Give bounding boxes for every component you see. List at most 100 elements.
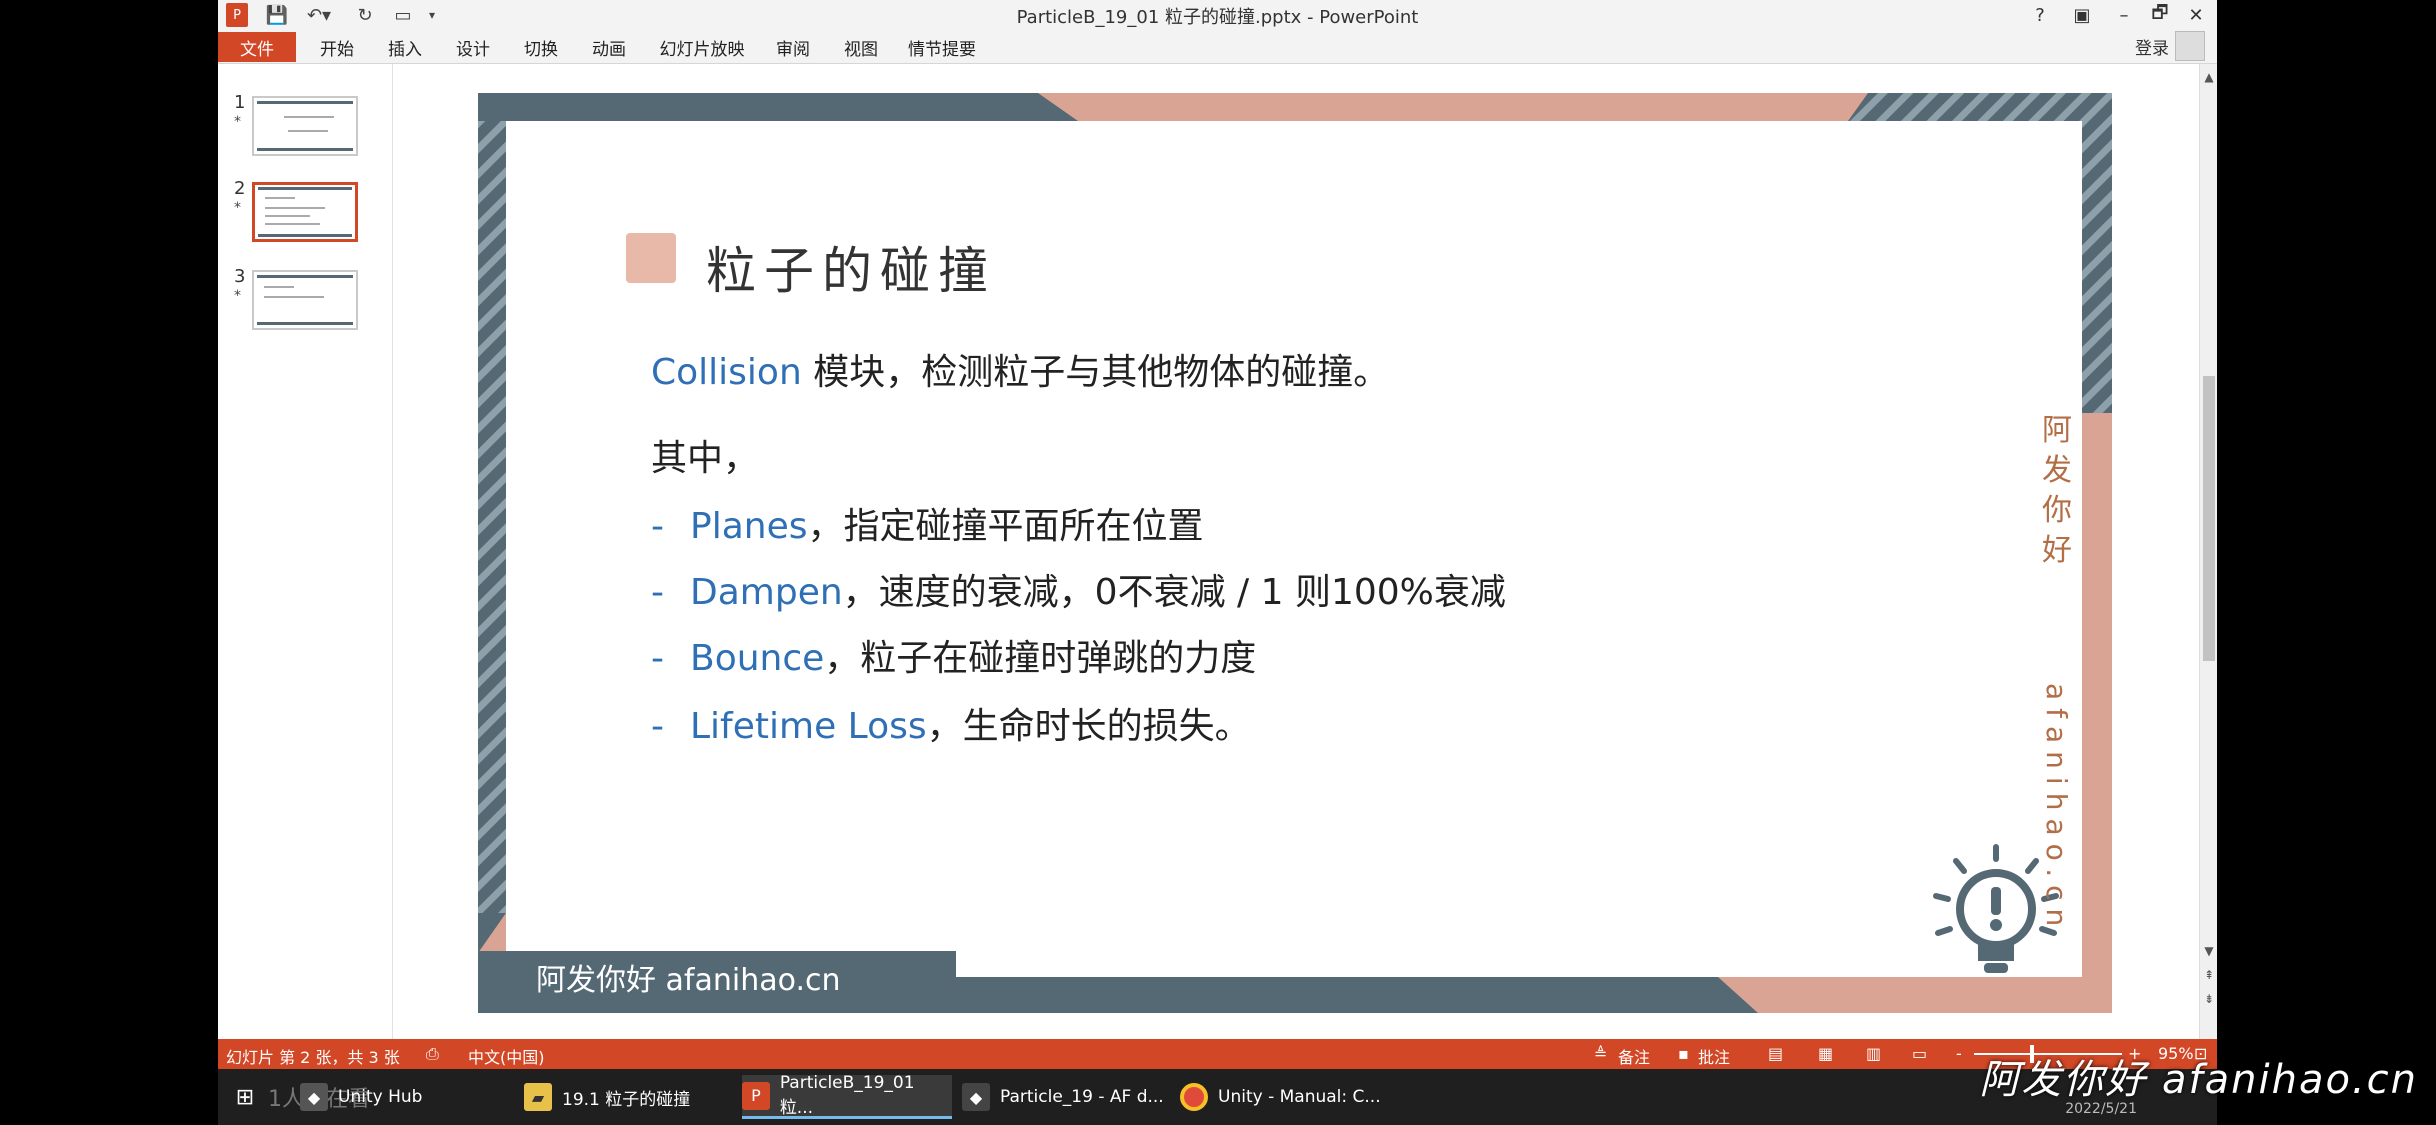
thumbnail-frame [257, 148, 353, 151]
tab-storyboarding[interactable]: 情节提要 [904, 33, 980, 61]
slide[interactable]: 粒子的碰撞 Collision 模块，检测粒子与其他物体的碰撞。 其中， - Pl… [478, 93, 2112, 1013]
minimize-button[interactable]: – [2107, 2, 2141, 28]
taskbar-item-label: Unity Hub [338, 1087, 423, 1107]
tab-view[interactable]: 视图 [834, 33, 888, 61]
subheading[interactable]: 其中， [651, 429, 759, 481]
tab-home[interactable]: 开始 [310, 33, 364, 61]
start-button[interactable]: ⊞ [230, 1075, 270, 1119]
bullet-item[interactable]: - Lifetime Loss，生命时长的损失。 [651, 697, 1251, 749]
notes-button[interactable]: 备注 [1618, 1044, 1650, 1068]
login-link[interactable]: 登录 [2135, 34, 2169, 59]
powerpoint-icon: P [742, 1081, 770, 1110]
scrollbar-thumb[interactable] [2203, 376, 2215, 661]
reading-view-icon[interactable]: ▥ [1866, 1044, 1881, 1063]
slide-content-area[interactable]: 粒子的碰撞 Collision 模块，检测粒子与其他物体的碰撞。 其中， - Pl… [506, 121, 2082, 977]
windows-taskbar: ⊞ 1人正在看 ◆ Unity Hub ▰ 19.1 粒子的碰撞 P Parti… [218, 1069, 2217, 1125]
scroll-down-icon[interactable]: ▼ [2200, 944, 2217, 958]
taskbar-item-folder[interactable]: ▰ 19.1 粒子的碰撞 [524, 1075, 732, 1119]
folder-icon: ▰ [524, 1083, 552, 1111]
slide-footer-band: 阿发你好 afanihao.cn [478, 951, 956, 1013]
tab-file[interactable]: 文件 [218, 32, 296, 62]
save-icon[interactable]: 💾 [264, 3, 290, 27]
keyword-dampen: Dampen [690, 572, 843, 613]
animation-star-icon: * [234, 288, 241, 304]
slide-thumbnail-2[interactable] [252, 182, 358, 242]
thumbnail-text-line [264, 296, 324, 298]
powerpoint-app-icon[interactable]: P [226, 3, 248, 27]
taskbar-item-unity-editor[interactable]: ◆ Particle_19 - AF d... [962, 1075, 1172, 1119]
tab-animations[interactable]: 动画 [582, 33, 636, 61]
thumbnail-frame [258, 187, 352, 190]
thumbnail-frame [257, 275, 353, 278]
bullet-item[interactable]: - Dampen，速度的衰减，0不衰减 / 1 则100%衰减 [651, 563, 1506, 615]
side-watermark-text: 阿发你好 [2027, 411, 2087, 571]
windows-icon: ⊞ [235, 1084, 255, 1110]
tab-review[interactable]: 审阅 [766, 33, 820, 61]
slide-title[interactable]: 粒子的碰撞 [706, 231, 996, 303]
intro-text: 模块，检测粒子与其他物体的碰撞。 [801, 352, 1390, 393]
thumbnail-text-line [265, 215, 310, 217]
bullet-text: ，粒子在碰撞时弹跳的力度 [824, 638, 1257, 679]
taskbar-item-chrome[interactable]: Unity - Manual: C... [1180, 1075, 1390, 1119]
tab-slideshow[interactable]: 幻灯片放映 [654, 33, 750, 61]
bullet-text: ，速度的衰减，0不衰减 / 1 则100%衰减 [842, 572, 1506, 613]
tab-transitions[interactable]: 切换 [514, 33, 568, 61]
slide-thumbnail-3[interactable] [252, 270, 358, 330]
comments-icon[interactable]: ▪ [1678, 1044, 1689, 1063]
keyword-lifetime-loss: Lifetime Loss [690, 706, 927, 747]
title-bar: P 💾 ↶▾ ↻ ▭ ▾ ParticleB_19_01 粒子的碰撞.pptx … [218, 0, 2217, 30]
taskbar-item-label: ParticleB_19_01 粒... [779, 1073, 915, 1118]
restore-button[interactable]: 🗗 [2143, 2, 2177, 28]
taskbar-item-label: Particle_19 - AF d... [1000, 1087, 1164, 1107]
taskbar-item-unity-hub[interactable]: ◆ Unity Hub [300, 1075, 500, 1119]
tab-design[interactable]: 设计 [446, 33, 500, 61]
zoom-out-button[interactable]: - [1956, 1044, 1962, 1063]
spell-check-icon[interactable]: ⎙ [426, 1044, 439, 1064]
taskbar-item-label: Unity - Manual: C... [1218, 1087, 1381, 1107]
avatar[interactable] [2175, 31, 2205, 61]
slide-sorter-icon[interactable]: ▦ [1818, 1044, 1833, 1063]
slide-count-status: 幻灯片 第 2 张，共 3 张 [226, 1048, 400, 1067]
previous-slide-icon[interactable]: ⇞ [2200, 968, 2217, 982]
keyword-bounce: Bounce [690, 638, 825, 679]
scroll-up-icon[interactable]: ▲ [2200, 70, 2217, 84]
thumbnail-text-line [265, 223, 320, 225]
language-status[interactable]: 中文(中国) [468, 1044, 545, 1068]
bullet-dash: - [651, 572, 664, 613]
customize-quick-access-icon[interactable]: ▾ [424, 3, 440, 27]
tab-insert[interactable]: 插入 [378, 33, 432, 61]
animation-star-icon: * [234, 200, 241, 216]
start-slideshow-icon[interactable]: ▭ [390, 3, 416, 27]
slide-thumbnail-1[interactable] [252, 96, 358, 156]
undo-icon[interactable]: ↶▾ [302, 3, 336, 27]
ribbon-tabs: 文件 开始 插入 设计 切换 动画 幻灯片放映 审阅 视图 情节提要 登录 [218, 30, 2217, 64]
slide-thumbnail-pane[interactable]: 1 * 2 * 3 * [218, 64, 393, 1049]
keyword-collision: Collision [651, 352, 802, 393]
bullet-item[interactable]: - Bounce，粒子在碰撞时弹跳的力度 [651, 629, 1256, 681]
animation-star-icon: * [234, 114, 241, 130]
comments-button[interactable]: 批注 [1698, 1044, 1730, 1068]
thumbnail-number: 2 [234, 178, 246, 199]
vertical-scrollbar[interactable]: ▲ ▼ ⇞ ⇟ [2199, 64, 2217, 1049]
next-slide-icon[interactable]: ⇟ [2200, 992, 2217, 1006]
thumbnail-text-line [288, 130, 328, 132]
side-mark-text: 阿发你好 [2042, 413, 2072, 568]
screen: P 💾 ↶▾ ↻ ▭ ▾ ParticleB_19_01 粒子的碰撞.pptx … [0, 0, 2436, 1125]
notes-icon[interactable]: ≜ [1594, 1044, 1607, 1063]
taskbar-item-powerpoint[interactable]: P ParticleB_19_01 粒... [742, 1073, 952, 1119]
bullet-item[interactable]: - Planes，指定碰撞平面所在位置 [651, 497, 1204, 549]
bullet-text: ，生命时长的损失。 [926, 706, 1251, 747]
close-button[interactable]: ✕ [2179, 2, 2213, 28]
slideshow-view-icon[interactable]: ▭ [1912, 1044, 1927, 1063]
thumbnail-frame [258, 234, 352, 237]
help-button[interactable]: ? [2023, 2, 2057, 28]
bullet-text: ，指定碰撞平面所在位置 [807, 506, 1204, 547]
slide-footer-text: 阿发你好 afanihao.cn [536, 963, 841, 998]
video-watermark: 阿发你好 afanihao.cn [1979, 1057, 2418, 1103]
intro-paragraph[interactable]: Collision 模块，检测粒子与其他物体的碰撞。 [651, 343, 1389, 395]
thumbnail-text-line [264, 286, 294, 288]
chrome-icon [1180, 1083, 1208, 1111]
redo-icon[interactable]: ↻ [352, 3, 378, 27]
normal-view-icon[interactable]: ▤ [1768, 1044, 1783, 1063]
ribbon-display-options-button[interactable]: ▣ [2065, 2, 2099, 28]
